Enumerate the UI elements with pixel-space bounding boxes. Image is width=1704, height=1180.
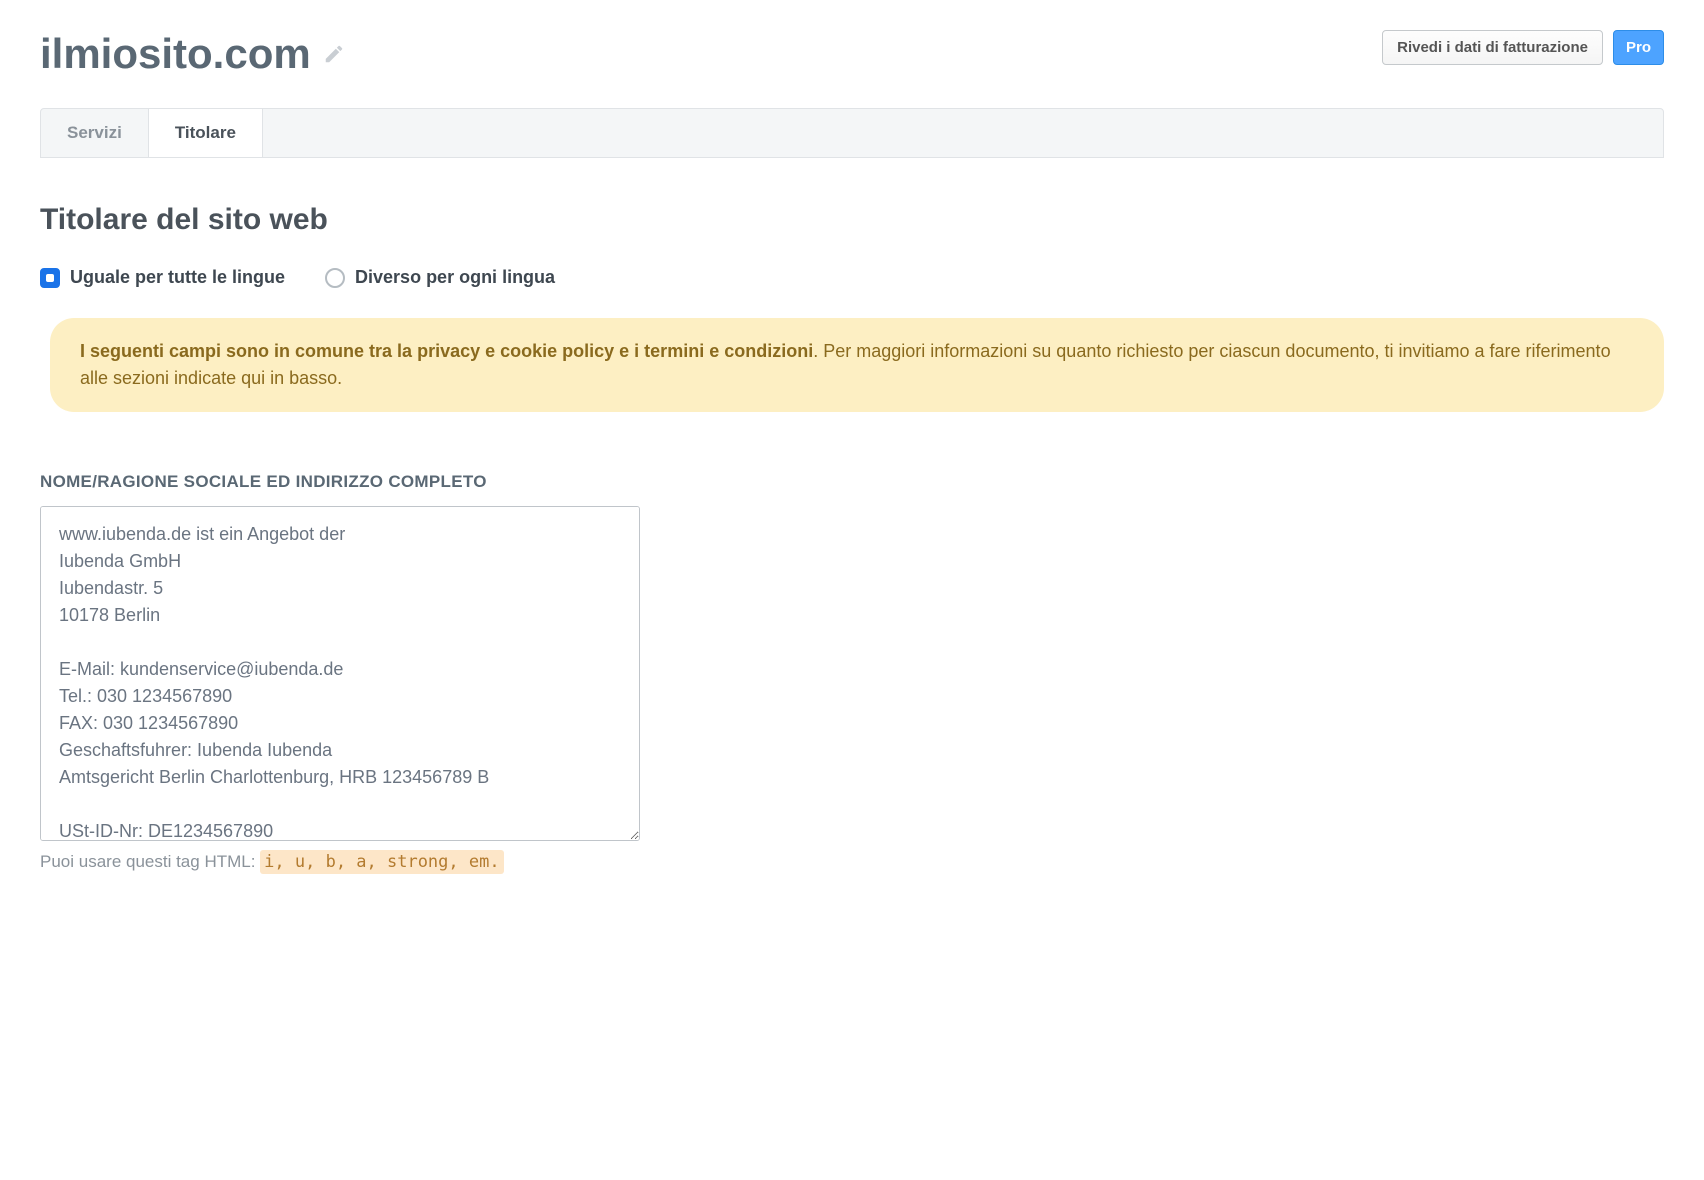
radio-same-all-languages[interactable]: Uguale per tutte le lingue — [40, 267, 285, 288]
radio-label: Diverso per ogni lingua — [355, 267, 555, 288]
notice-bold: I seguenti campi sono in comune tra la p… — [80, 341, 813, 361]
radio-checked-icon — [40, 268, 60, 288]
info-notice: I seguenti campi sono in comune tra la p… — [50, 318, 1664, 412]
language-choice-row: Uguale per tutte le lingue Diverso per o… — [40, 267, 1664, 288]
title-wrap: ilmiosito.com — [40, 30, 345, 78]
page-header: ilmiosito.com Rivedi i dati di fatturazi… — [40, 30, 1664, 78]
owner-address-textarea[interactable] — [40, 506, 640, 841]
hint-tags: i, u, b, a, strong, em. — [260, 850, 503, 874]
section-title: Titolare del sito web — [40, 203, 1664, 237]
tab-titolare[interactable]: Titolare — [149, 109, 263, 157]
tab-servizi[interactable]: Servizi — [41, 109, 149, 157]
pro-button[interactable]: Pro — [1613, 30, 1664, 65]
hint-prefix: Puoi usare questi tag HTML: — [40, 852, 260, 871]
tabs: Servizi Titolare — [40, 108, 1664, 158]
radio-label: Uguale per tutte le lingue — [70, 267, 285, 288]
html-tags-hint: Puoi usare questi tag HTML: i, u, b, a, … — [40, 852, 1664, 872]
radio-unchecked-icon — [325, 268, 345, 288]
radio-different-per-language[interactable]: Diverso per ogni lingua — [325, 267, 555, 288]
billing-button[interactable]: Rivedi i dati di fatturazione — [1382, 30, 1603, 65]
edit-icon[interactable] — [323, 43, 345, 65]
header-actions: Rivedi i dati di fatturazione Pro — [1382, 30, 1664, 65]
page-title: ilmiosito.com — [40, 30, 311, 78]
owner-address-label: NOME/RAGIONE SOCIALE ED INDIRIZZO COMPLE… — [40, 472, 1664, 492]
